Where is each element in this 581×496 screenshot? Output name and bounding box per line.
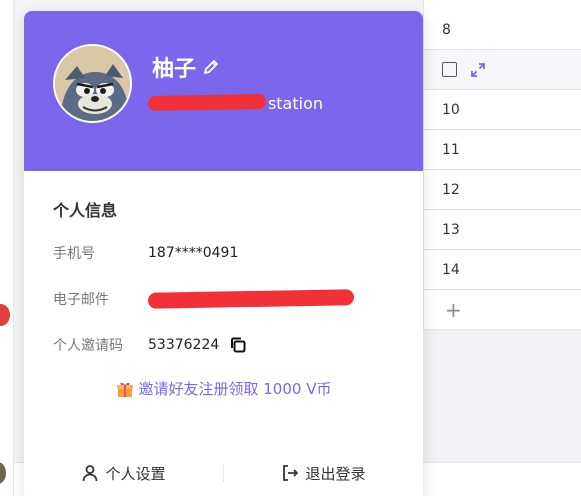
username: 柚子 — [152, 51, 220, 83]
row-number: 11 — [442, 141, 460, 158]
profile-header: 柚子 station — [24, 11, 423, 171]
gift-icon — [116, 380, 134, 398]
personal-settings-button[interactable]: 个人设置 — [24, 463, 223, 484]
user-icon — [83, 465, 98, 482]
redaction-mark — [147, 289, 355, 309]
invite-friends-link[interactable]: 邀请好友注册领取 1000 V币 — [24, 378, 423, 399]
table-row[interactable]: 12 — [424, 170, 581, 210]
invite-code-label: 个人邀请码 — [53, 338, 123, 354]
row-number: 12 — [442, 181, 460, 198]
email-row: 电子邮件 — [53, 289, 355, 309]
table-row[interactable]: 14 — [424, 250, 581, 290]
row-number: 13 — [442, 221, 460, 238]
logout-icon — [283, 465, 299, 481]
invite-code-row: 个人邀请码 53376224 — [53, 335, 247, 355]
profile-popover: 柚子 station 个人信息 手机号 187****0491 电子邮件 个人邀… — [24, 11, 423, 496]
username-text: 柚子 — [152, 57, 197, 82]
table-row-selected[interactable] — [424, 50, 581, 90]
personal-settings-label: 个人设置 — [105, 464, 166, 483]
row-number: 8 — [442, 21, 451, 38]
section-title: 个人信息 — [53, 201, 118, 220]
invite-code-value: 53376224 — [148, 336, 247, 354]
redaction-mark — [147, 93, 267, 112]
invite-friends-text: 邀请好友注册领取 1000 V币 — [138, 380, 332, 398]
row-checkbox[interactable] — [442, 62, 457, 77]
left-sidebar-strip — [0, 0, 14, 496]
background-table: 8 10 11 12 13 14 + — [423, 0, 581, 330]
phone-label: 手机号 — [53, 246, 95, 262]
organization-name: station — [147, 91, 323, 115]
logout-button[interactable]: 退出登录 — [224, 463, 423, 484]
avatar[interactable] — [53, 44, 132, 123]
phone-value: 187****0491 — [148, 245, 239, 261]
edit-icon[interactable] — [202, 58, 220, 76]
popover-footer: 个人设置 退出登录 — [24, 453, 423, 493]
table-row[interactable]: 10 — [424, 90, 581, 130]
expand-icon[interactable] — [471, 62, 485, 77]
add-icon: + — [445, 297, 462, 322]
table-row[interactable]: 13 — [424, 210, 581, 250]
row-number: 10 — [442, 101, 460, 118]
invite-code-text: 53376224 — [148, 337, 220, 353]
email-label: 电子邮件 — [53, 292, 109, 308]
row-number: 14 — [442, 261, 460, 278]
table-row[interactable]: 11 — [424, 130, 581, 170]
add-row-button[interactable]: + — [424, 290, 581, 330]
copy-icon[interactable] — [229, 336, 247, 354]
table-row[interactable]: 8 — [424, 0, 581, 50]
phone-row: 手机号 187****0491 — [53, 243, 238, 263]
email-value — [147, 289, 355, 309]
logout-label: 退出登录 — [305, 464, 366, 483]
organization-name-text: station — [267, 94, 323, 113]
